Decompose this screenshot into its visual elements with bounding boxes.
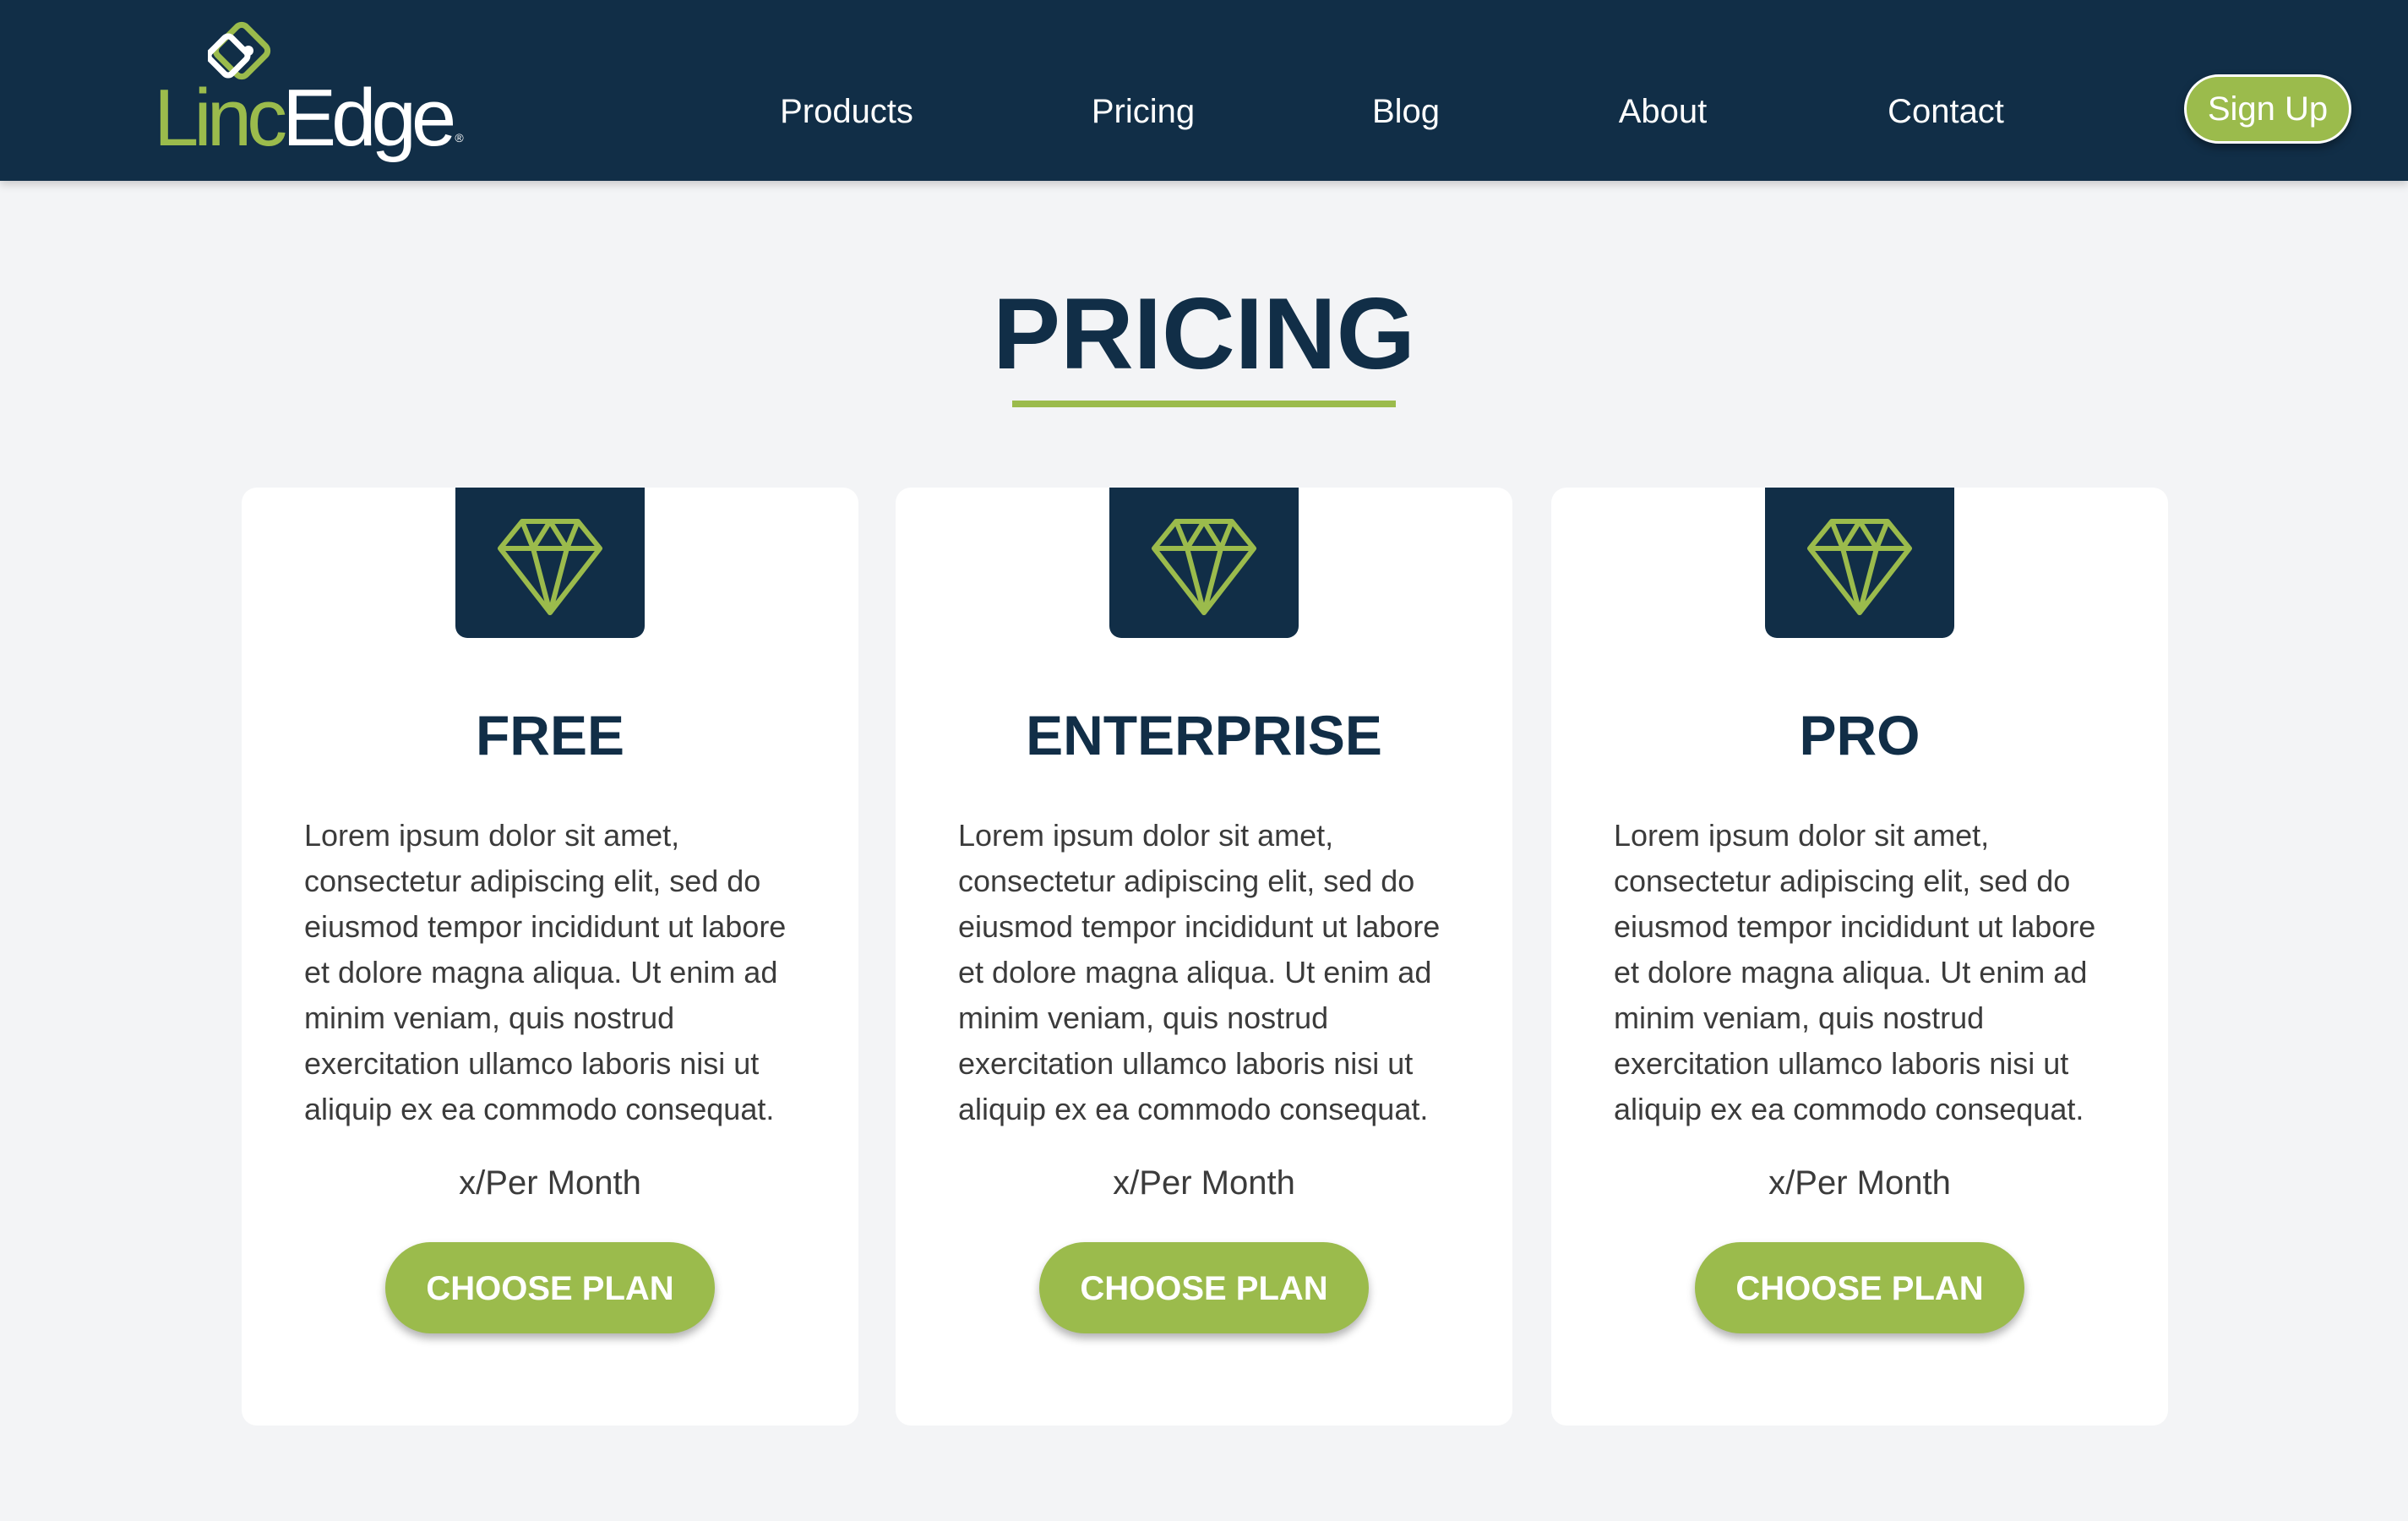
plan-price: x/Per Month — [459, 1164, 641, 1202]
pricing-card-free: FREE Lorem ipsum dolor sit amet, consect… — [242, 488, 858, 1426]
choose-plan-button[interactable]: CHOOSE PLAN — [1695, 1242, 2024, 1333]
nav-pricing[interactable]: Pricing — [1092, 84, 1195, 139]
pricing-card-pro: PRO Lorem ipsum dolor sit amet, consecte… — [1551, 488, 2168, 1426]
plan-name: PRO — [1799, 704, 1920, 766]
page-title: PRICING — [992, 277, 1416, 390]
diamond-icon — [498, 519, 602, 615]
logo-text-linc: Linc — [154, 73, 287, 163]
plan-name: FREE — [475, 704, 625, 766]
plan-description: Lorem ipsum dolor sit amet, consectetur … — [304, 818, 787, 1126]
nav-blog[interactable]: Blog — [1372, 84, 1440, 139]
lincedge-logo[interactable]: LincEdge ® — [154, 17, 464, 165]
plan-description: Lorem ipsum dolor sit amet, consectetur … — [958, 818, 1441, 1126]
choose-plan-button[interactable]: CHOOSE PLAN — [385, 1242, 715, 1333]
card-icon-box — [455, 488, 645, 638]
nav-contact[interactable]: Contact — [1888, 84, 2004, 139]
diamond-icon — [1152, 519, 1256, 615]
pricing-card-enterprise: ENTERPRISE Lorem ipsum dolor sit amet, c… — [896, 488, 1512, 1426]
logo-text-edge: Edge — [282, 73, 456, 163]
diamond-icon — [1807, 519, 1912, 615]
title-underline — [1012, 401, 1396, 407]
choose-plan-button[interactable]: CHOOSE PLAN — [1039, 1242, 1369, 1333]
card-icon-box — [1765, 488, 1954, 638]
logo-wordmark: LincEdge ® — [154, 68, 464, 188]
plan-price: x/Per Month — [1113, 1164, 1295, 1202]
nav-products[interactable]: Products — [780, 84, 913, 139]
sign-up-button[interactable]: Sign Up — [2184, 74, 2351, 144]
top-navbar: LincEdge ® Products Pricing Blog About Co… — [0, 0, 2408, 181]
card-icon-box — [1109, 488, 1299, 638]
plan-price: x/Per Month — [1768, 1164, 1951, 1202]
plan-description: Lorem ipsum dolor sit amet, consectetur … — [1614, 818, 2096, 1126]
plan-name: ENTERPRISE — [1026, 704, 1382, 766]
nav-about[interactable]: About — [1619, 84, 1708, 139]
logo-registered-mark: ® — [455, 131, 464, 144]
